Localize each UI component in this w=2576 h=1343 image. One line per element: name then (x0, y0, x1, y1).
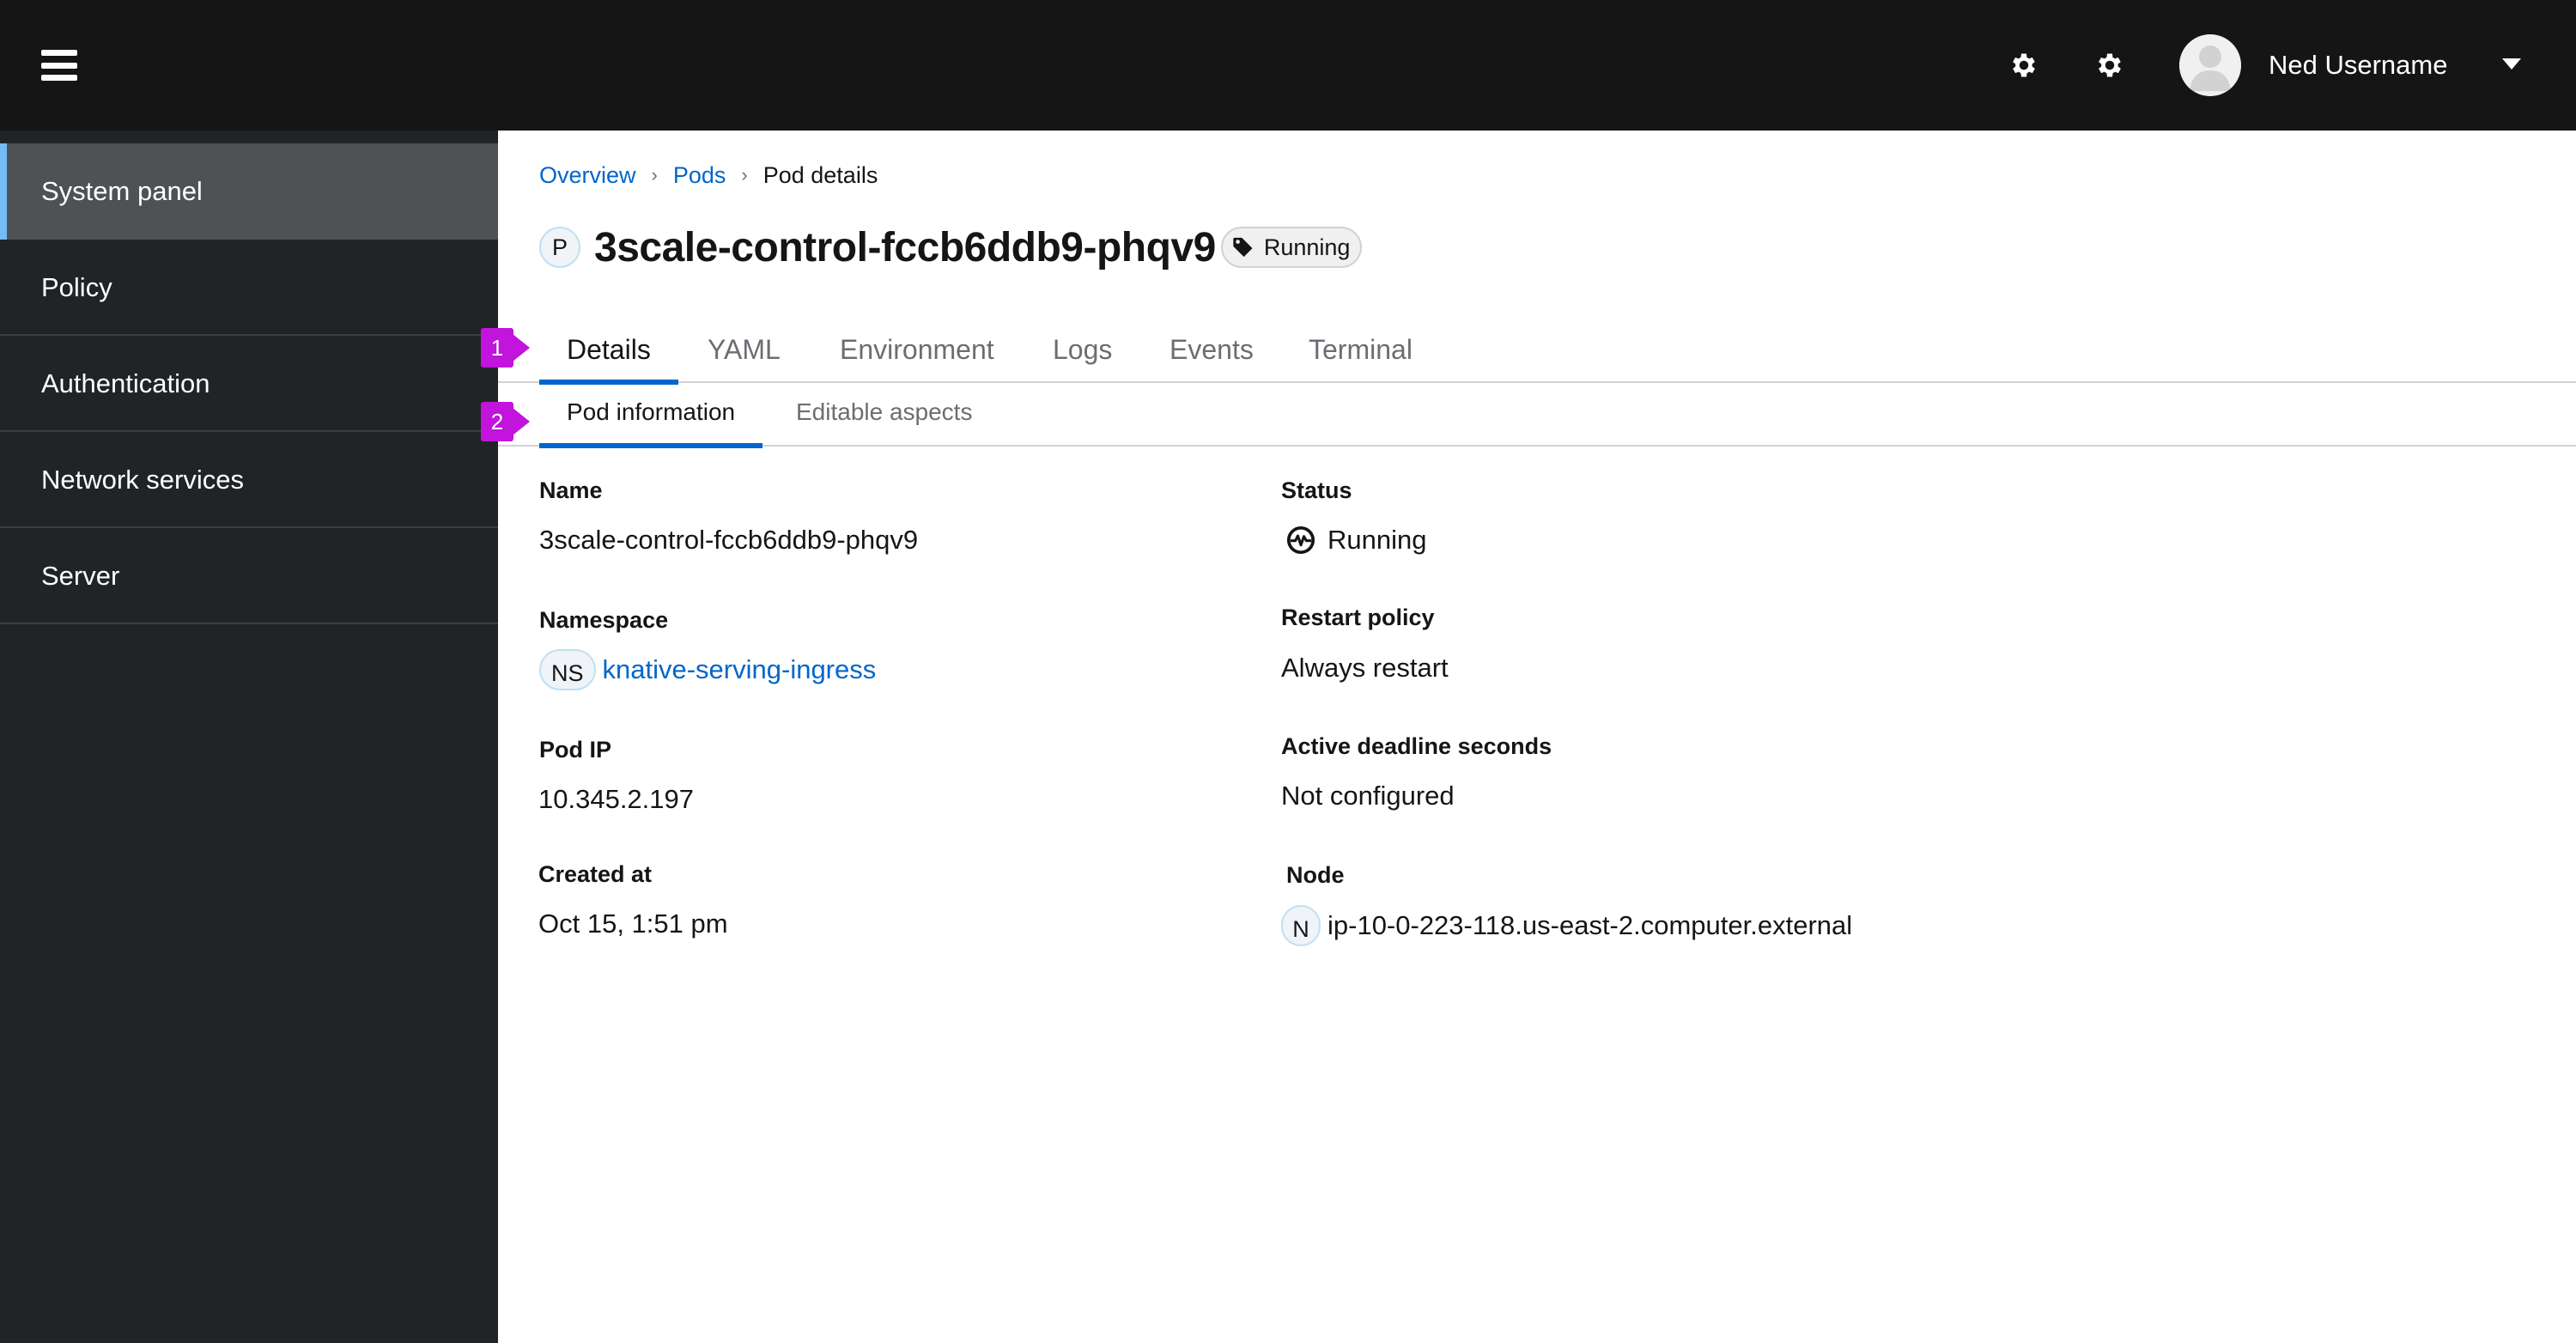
caret-down-icon[interactable] (2502, 58, 2521, 70)
status-badge: Running (1220, 227, 1363, 268)
pod-ip-value: 10.345.2.197 (538, 784, 695, 814)
field-value-pod-ip: 10.345.2.197 (538, 782, 694, 817)
hamburger-menu-icon[interactable] (41, 50, 77, 81)
status-badge-text: Running (1263, 234, 1351, 260)
avatar-svg (2179, 34, 2241, 96)
page-title: 3scale-control-fccb6ddb9-phqv9 (594, 224, 1216, 270)
tab-details[interactable]: Details (539, 328, 678, 385)
tab-terminal[interactable]: Terminal (1309, 328, 1413, 383)
gear-icon-svg (2013, 53, 2035, 77)
sidebar-item-network-services[interactable]: Network services (0, 432, 498, 528)
hamburger-bar (41, 50, 77, 56)
sidebar-item-policy[interactable]: Policy (0, 240, 498, 336)
field-label-name: Name (539, 477, 603, 503)
active-deadline-value: Not configured (1281, 781, 1455, 811)
tag-icon (1233, 237, 1253, 258)
gear-icon[interactable] (2008, 50, 2039, 81)
tab-logs[interactable]: Logs (1053, 328, 1112, 383)
page-header: P 3scale-control-fccb6ddb9-phqv9 Running (539, 220, 1363, 275)
primary-tabs: Details YAML Environment Logs Events Ter… (498, 328, 2576, 385)
tab-environment[interactable]: Environment (840, 328, 994, 383)
namespace-link[interactable]: knative-serving-ingress (603, 653, 877, 687)
field-value-node: N ip-10-0-223-118.us-east-2.computer.ext… (1281, 905, 1852, 946)
field-label-namespace: Namespace (539, 607, 669, 633)
restart-policy-value: Always restart (1281, 653, 1449, 683)
hamburger-bar (41, 75, 77, 81)
field-value-status: Running (1281, 523, 1426, 557)
field-value-active-deadline: Not configured (1281, 779, 1455, 813)
field-label-restart-policy: Restart policy (1281, 605, 1435, 630)
field-value-created-at: Oct 15, 1:51 pm (538, 907, 728, 941)
sidebar-item-label: System panel (41, 176, 203, 206)
namespace-badge: NS (539, 649, 596, 690)
field-label-active-deadline: Active deadline seconds (1281, 733, 1552, 759)
field-label-status: Status (1281, 477, 1352, 503)
field-value-name: 3scale-control-fccb6ddb9-phqv9 (539, 523, 918, 557)
sidebar-item-server[interactable]: Server (0, 528, 498, 624)
field-label-pod-ip: Pod IP (539, 737, 612, 763)
field-label-created-at: Created at (538, 861, 653, 887)
created-at-value: Oct 15, 1:51 pm (538, 908, 728, 939)
subtab-editable-aspects[interactable]: Editable aspects (796, 388, 972, 447)
breadcrumb-pods-link[interactable]: Pods (673, 162, 726, 189)
angle-right-icon: › (741, 164, 748, 185)
breadcrumb-overview-link[interactable]: Overview (539, 162, 636, 189)
resource-type-badge: P (539, 227, 580, 268)
tab-yaml[interactable]: YAML (708, 328, 781, 383)
hamburger-bar (41, 63, 77, 69)
angle-right-icon: › (651, 164, 658, 185)
secondary-tabs: Pod information Editable aspects (498, 388, 2576, 448)
gear-icon-svg (2099, 53, 2121, 77)
subtab-pod-information[interactable]: Pod information (538, 388, 763, 448)
sidebar-item-label: Authentication (41, 368, 210, 398)
field-label-node: Node (1286, 862, 1345, 888)
sidebar-item-label: Network services (41, 465, 244, 495)
field-value-restart-policy: Always restart (1281, 651, 1449, 685)
sidebar-nav: System panel Policy Authentication Netwo… (0, 131, 498, 1343)
pod-name-value: 3scale-control-fccb6ddb9-phqv9 (539, 525, 919, 555)
status-value: Running (1327, 525, 1427, 555)
node-badge: N (1281, 905, 1321, 946)
user-avatar-icon[interactable] (2179, 34, 2241, 96)
breadcrumb: Overview › Pods › Pod details (539, 158, 878, 192)
masthead: Ned Username (0, 0, 2576, 131)
gear-icon[interactable] (2094, 50, 2125, 81)
sidebar-item-label: Policy (41, 272, 112, 302)
field-value-namespace: NS knative-serving-ingress (539, 649, 876, 690)
heartbeat-icon (1286, 526, 1315, 555)
breadcrumb-current: Pod details (762, 161, 878, 188)
username[interactable]: Ned Username (2269, 48, 2447, 82)
sidebar-item-system-panel[interactable]: System panel (0, 143, 498, 240)
node-value: ip-10-0-223-118.us-east-2.computer.exter… (1327, 910, 1853, 940)
sidebar-item-label: Server (41, 561, 120, 591)
sidebar-item-authentication[interactable]: Authentication (0, 336, 498, 432)
tab-events[interactable]: Events (1170, 328, 1254, 383)
main-content: Overview › Pods › Pod details P 3scale-c… (481, 131, 2576, 1343)
